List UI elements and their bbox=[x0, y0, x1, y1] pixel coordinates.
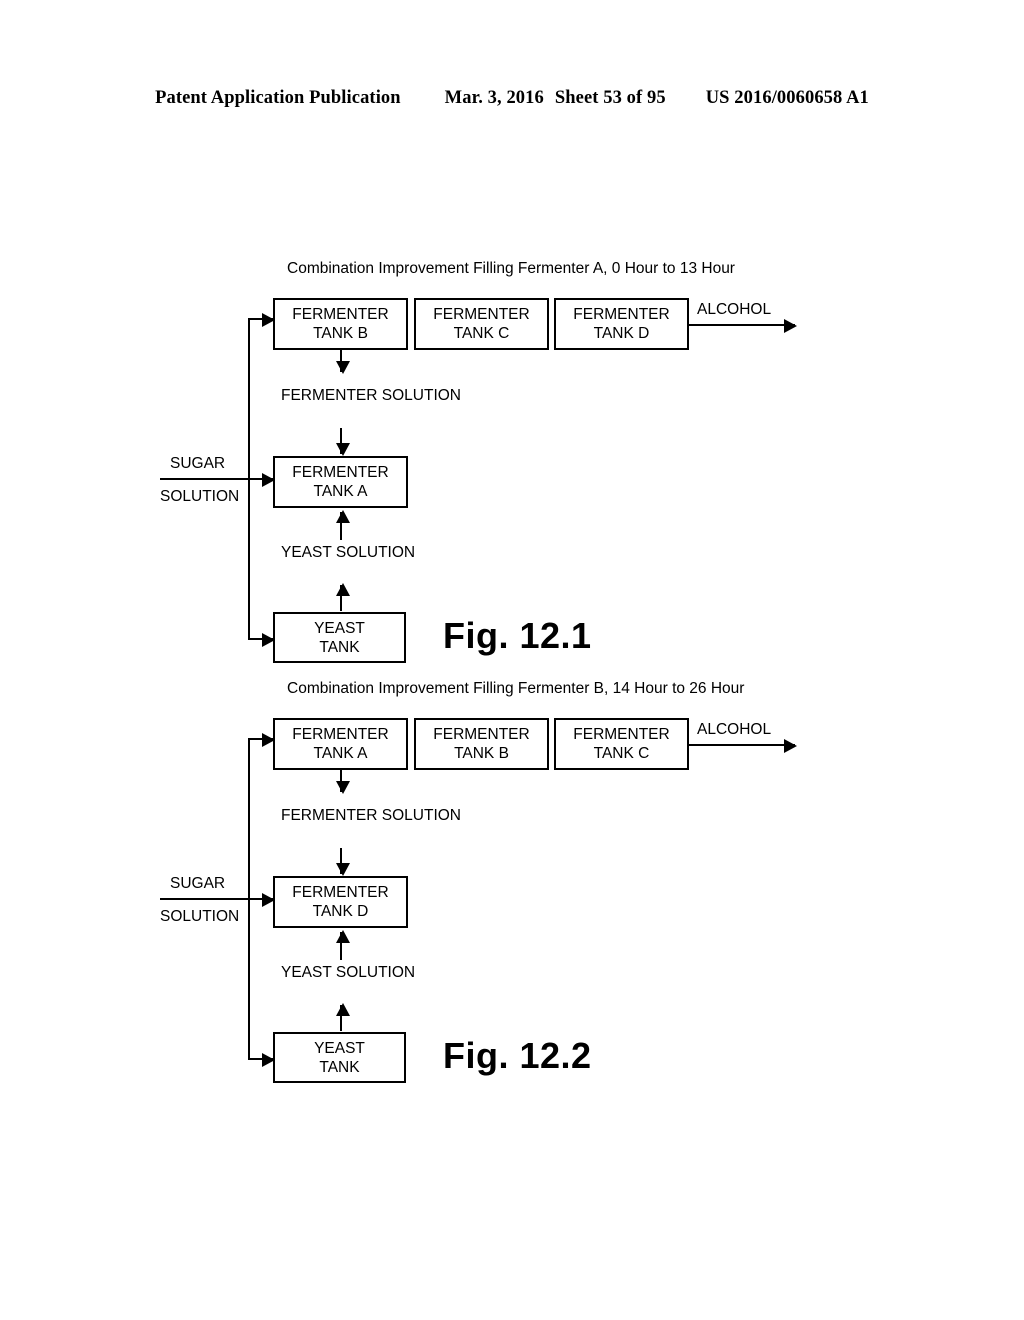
tank-label-line1: FERMENTER bbox=[292, 464, 389, 481]
yeast-solution-label: YEAST SOLUTION bbox=[281, 963, 415, 982]
yeast-solution-label: YEAST SOLUTION bbox=[281, 543, 415, 562]
flow-arrow-yeast-solution-to-middle-tank bbox=[335, 930, 350, 960]
tank-label-line1: FERMENTER bbox=[292, 726, 389, 743]
sugar-branch-to-yeast-tank bbox=[248, 1052, 275, 1067]
tank-label-line1: FERMENTER bbox=[433, 306, 530, 323]
tank-label-line1: FERMENTER bbox=[433, 726, 530, 743]
yeast-solution-line2: SOLUTION bbox=[335, 544, 416, 561]
yeast-solution-line1: YEAST bbox=[281, 964, 332, 981]
tank-label-line2: TANK C bbox=[453, 325, 510, 342]
flow-arrow-yeast-solution-to-middle-tank bbox=[335, 510, 350, 540]
yeast-tank-box: YEAST TANK bbox=[273, 612, 406, 663]
tank-label-line2: TANK bbox=[319, 638, 360, 656]
flow-arrow-solution-to-middle-tank bbox=[335, 428, 350, 456]
tank-label-line2: TANK D bbox=[312, 903, 369, 920]
sugar-solution-feed-line bbox=[160, 898, 250, 900]
fermenter-solution-label: FERMENTER SOLUTION bbox=[281, 806, 461, 825]
figure-title: Combination Improvement Filling Fermente… bbox=[287, 680, 745, 697]
tank-label-line2: TANK A bbox=[313, 745, 368, 762]
header-publication-title: Patent Application Publication bbox=[155, 88, 401, 108]
tank-label-line2: TANK A bbox=[313, 483, 368, 500]
header-publication-date: Mar. 3, 2016 bbox=[444, 88, 544, 108]
sugar-solution-label: SOLUTION bbox=[160, 488, 240, 505]
flow-arrow-tank-to-solution bbox=[335, 770, 350, 794]
figure-12-2: Combination Improvement Filling Fermente… bbox=[0, 680, 1024, 1083]
tank-label-line1: FERMENTER bbox=[573, 726, 670, 743]
sugar-branch-to-top-tank bbox=[248, 732, 275, 747]
alcohol-label: ALCOHOL bbox=[697, 721, 772, 738]
fermenter-tank-box-1: FERMENTER TANK A bbox=[273, 718, 408, 770]
fermenter-solution-line1: FERMENTER bbox=[281, 807, 378, 824]
fermenter-tank-box-2: FERMENTER TANK B bbox=[414, 718, 549, 770]
alcohol-output-arrow bbox=[689, 738, 797, 753]
alcohol-label: ALCOHOL bbox=[697, 301, 772, 318]
flow-arrow-solution-to-middle-tank bbox=[335, 848, 350, 876]
sugar-label: SUGAR bbox=[170, 455, 226, 472]
tank-label-line2: TANK B bbox=[313, 325, 368, 342]
page-header: Patent Application Publication Mar. 3, 2… bbox=[0, 88, 1024, 109]
figure-caption: Fig. 12.2 bbox=[443, 1035, 592, 1076]
fermenter-tank-box-3: FERMENTER TANK C bbox=[554, 718, 689, 770]
header-sheet-number: Sheet 53 of 95 bbox=[554, 88, 666, 108]
flow-arrow-yeast-tank-to-solution bbox=[335, 583, 350, 611]
middle-fermenter-tank-box: FERMENTER TANK A bbox=[273, 456, 408, 508]
tank-label-line2: TANK C bbox=[593, 745, 650, 762]
sugar-label: SUGAR bbox=[170, 875, 226, 892]
tank-label-line1: YEAST bbox=[314, 1039, 365, 1057]
yeast-tank-box: YEAST TANK bbox=[273, 1032, 406, 1083]
flow-arrow-tank-to-solution bbox=[335, 350, 350, 374]
alcohol-output-arrow bbox=[689, 318, 797, 333]
fermenter-tank-box-3: FERMENTER TANK D bbox=[554, 298, 689, 350]
sugar-solution-label: SOLUTION bbox=[160, 908, 240, 925]
tank-label-line2: TANK B bbox=[454, 745, 509, 762]
tank-label-line1: FERMENTER bbox=[292, 884, 389, 901]
fermenter-tank-box-1: FERMENTER TANK B bbox=[273, 298, 408, 350]
sugar-branch-to-middle-tank bbox=[248, 472, 275, 487]
fermenter-solution-line2: SOLUTION bbox=[381, 387, 461, 404]
yeast-solution-line1: YEAST bbox=[281, 544, 332, 561]
flow-arrow-yeast-tank-to-solution bbox=[335, 1003, 350, 1031]
fermenter-solution-label: FERMENTER SOLUTION bbox=[281, 386, 461, 405]
sugar-solution-feed-line bbox=[160, 478, 250, 480]
header-document-number: US 2016/0060658 A1 bbox=[705, 88, 869, 108]
fermenter-solution-line2: SOLUTION bbox=[381, 807, 461, 824]
sugar-branch-to-top-tank bbox=[248, 312, 275, 327]
sugar-branch-to-yeast-tank bbox=[248, 632, 275, 647]
figure-12-1: Combination Improvement Filling Fermente… bbox=[0, 260, 1024, 663]
fermenter-solution-line1: FERMENTER bbox=[281, 387, 378, 404]
figure-caption: Fig. 12.1 bbox=[443, 615, 592, 656]
figure-title: Combination Improvement Filling Fermente… bbox=[287, 260, 735, 277]
tank-label-line2: TANK D bbox=[593, 325, 650, 342]
tank-label-line2: TANK bbox=[319, 1058, 360, 1076]
fermenter-tank-box-2: FERMENTER TANK C bbox=[414, 298, 549, 350]
tank-label-line1: FERMENTER bbox=[573, 306, 670, 323]
yeast-solution-line2: SOLUTION bbox=[335, 964, 416, 981]
middle-fermenter-tank-box: FERMENTER TANK D bbox=[273, 876, 408, 928]
tank-label-line1: YEAST bbox=[314, 619, 365, 637]
tank-label-line1: FERMENTER bbox=[292, 306, 389, 323]
sugar-branch-to-middle-tank bbox=[248, 892, 275, 907]
